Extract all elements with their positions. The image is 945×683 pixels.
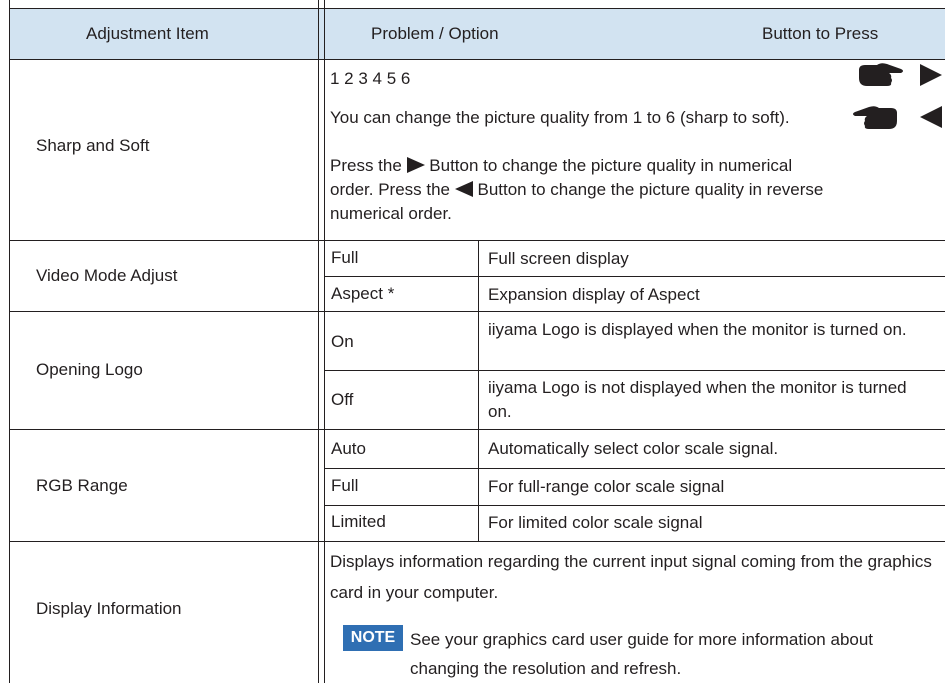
option-desc-divider-rgb bbox=[478, 430, 479, 541]
header-top-rule bbox=[9, 8, 945, 9]
row-rule-sharp bbox=[9, 240, 945, 241]
rgb-option-full: Full bbox=[331, 476, 359, 495]
triangle-right-icon bbox=[406, 157, 425, 173]
column-double-rule-b bbox=[324, 0, 325, 683]
subrow-rule-video bbox=[325, 276, 945, 277]
note-text: See your graphics card user guide for mo… bbox=[410, 630, 874, 678]
rgb-desc-auto: Automatically select color scale signal. bbox=[488, 439, 779, 458]
rgb-desc-full: For full-range color scale signal bbox=[488, 477, 725, 496]
row-rule-video bbox=[9, 311, 945, 312]
header-problem-option: Problem / Option bbox=[371, 24, 499, 43]
logo-option-on: On bbox=[331, 332, 354, 351]
press-right-pre: Press the bbox=[330, 156, 402, 175]
rgb-option-limited: Limited bbox=[331, 512, 386, 531]
logo-desc-off: iiyama Logo is not displayed when the mo… bbox=[488, 378, 907, 421]
column-double-rule-a bbox=[318, 0, 319, 683]
video-desc-full: Full screen display bbox=[488, 249, 629, 268]
video-option-full: Full bbox=[331, 248, 359, 267]
header-button-to-press: Button to Press bbox=[762, 24, 879, 43]
sharp-description: You can change the picture quality from … bbox=[330, 108, 790, 127]
row-rule-rgb bbox=[9, 541, 945, 542]
logo-option-off: Off bbox=[331, 390, 354, 409]
item-sharp-and-soft: Sharp and Soft bbox=[36, 136, 150, 155]
row-rule-logo bbox=[9, 429, 945, 430]
item-opening-logo: Opening Logo bbox=[36, 360, 143, 379]
subrow-rule-rgb-2 bbox=[325, 505, 945, 506]
option-desc-divider-video bbox=[478, 240, 479, 430]
video-option-aspect: Aspect * bbox=[331, 284, 395, 303]
triangle-left-icon bbox=[920, 106, 942, 128]
rgb-option-auto: Auto bbox=[331, 439, 366, 458]
video-desc-aspect: Expansion display of Aspect bbox=[488, 285, 700, 304]
hand-pointing-right-icon bbox=[859, 63, 903, 86]
logo-desc-on: iiyama Logo is displayed when the monito… bbox=[488, 320, 907, 339]
item-rgb-range: RGB Range bbox=[36, 476, 128, 495]
subrow-rule-logo bbox=[325, 370, 945, 371]
sharp-scale: 1 2 3 4 5 6 bbox=[330, 69, 411, 88]
item-display-information: Display Information bbox=[36, 599, 182, 618]
note-badge: NOTE bbox=[343, 625, 403, 651]
item-video-mode-adjust: Video Mode Adjust bbox=[36, 266, 178, 285]
rgb-desc-limited: For limited color scale signal bbox=[488, 513, 703, 532]
info-description: Displays information regarding the curre… bbox=[330, 552, 932, 602]
subrow-rule-rgb-1 bbox=[325, 468, 945, 469]
header-bottom-rule bbox=[9, 59, 945, 60]
triangle-left-icon bbox=[454, 181, 473, 197]
sharp-press-instructions: Press the Button to change the picture q… bbox=[330, 154, 840, 226]
triangle-right-icon bbox=[920, 64, 942, 86]
hand-pointing-left-icon bbox=[853, 106, 897, 129]
header-adjustment-item: Adjustment Item bbox=[86, 24, 209, 43]
table-left-border bbox=[9, 0, 10, 683]
